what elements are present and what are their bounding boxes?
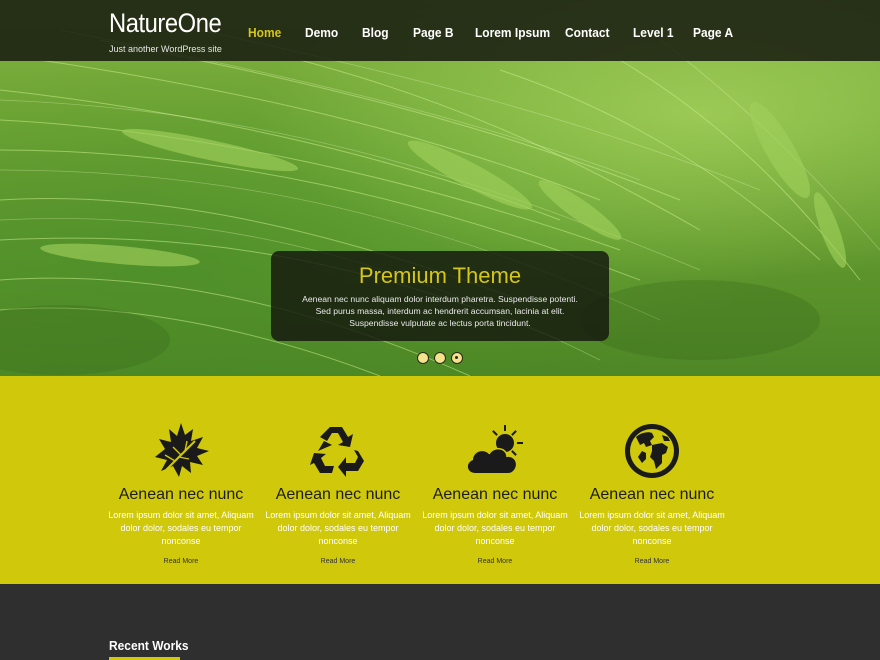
feature-text: Lorem ipsum dolor sit amet, Aliquam dolo…: [108, 510, 254, 546]
feature-title: Aenean nec nunc: [275, 486, 401, 503]
feature-card: Aenean nec nunc Lorem ipsum dolor sit am…: [422, 376, 568, 584]
recycle-icon: [310, 427, 364, 477]
read-more-link[interactable]: Read More: [582, 558, 722, 565]
slide-caption: Premium Theme Aenean nec nunc aliquam do…: [271, 251, 609, 341]
slide-title: Premium Theme: [358, 263, 522, 288]
feature-title: Aenean nec nunc: [589, 486, 715, 503]
nav-item-blog[interactable]: Blog: [362, 25, 389, 40]
feature-title: Aenean nec nunc: [118, 486, 244, 503]
slide-text: Aenean nec nunc aliquam dolor interdum p…: [302, 294, 578, 328]
nav-item-level-1[interactable]: Level 1: [633, 25, 674, 40]
nav-item-page-a[interactable]: Page A: [693, 25, 733, 40]
feature-text: Lorem ipsum dolor sit amet, Aliquam dolo…: [265, 510, 411, 546]
site-logo[interactable]: NatureOne: [109, 8, 222, 39]
feature-card: Aenean nec nunc Lorem ipsum dolor sit am…: [265, 376, 411, 584]
nav-item-lorem-ipsum[interactable]: Lorem Ipsum: [475, 25, 550, 40]
site-header: NatureOne Just another WordPress site Ho…: [0, 0, 880, 61]
read-more-link[interactable]: Read More: [268, 558, 408, 565]
section-heading: Recent Works: [109, 638, 189, 653]
feature-card: Aenean nec nunc Lorem ipsum dolor sit am…: [108, 376, 254, 584]
read-more-link[interactable]: Read More: [111, 558, 251, 565]
slider-dot-1[interactable]: [417, 352, 429, 364]
slider-dot-3[interactable]: [451, 352, 463, 364]
feature-title: Aenean nec nunc: [432, 486, 558, 503]
slider-dot-2[interactable]: [434, 352, 446, 364]
weather-icon: [467, 425, 523, 473]
read-more-link[interactable]: Read More: [425, 558, 565, 565]
recent-works-section: Recent Works: [0, 584, 880, 660]
feature-card: Aenean nec nunc Lorem ipsum dolor sit am…: [579, 376, 725, 584]
feature-text: Lorem ipsum dolor sit amet, Aliquam dolo…: [579, 510, 725, 546]
nav-item-home[interactable]: Home: [248, 25, 281, 40]
feature-text: Lorem ipsum dolor sit amet, Aliquam dolo…: [422, 510, 568, 546]
leaf-icon: [155, 423, 209, 480]
site-tagline: Just another WordPress site: [109, 44, 222, 54]
globe-icon: [625, 424, 679, 478]
nav-item-demo[interactable]: Demo: [305, 25, 338, 40]
nav-item-contact[interactable]: Contact: [565, 25, 610, 40]
features-section: Aenean nec nunc Lorem ipsum dolor sit am…: [0, 376, 880, 584]
nav-item-page-b[interactable]: Page B: [413, 25, 454, 40]
